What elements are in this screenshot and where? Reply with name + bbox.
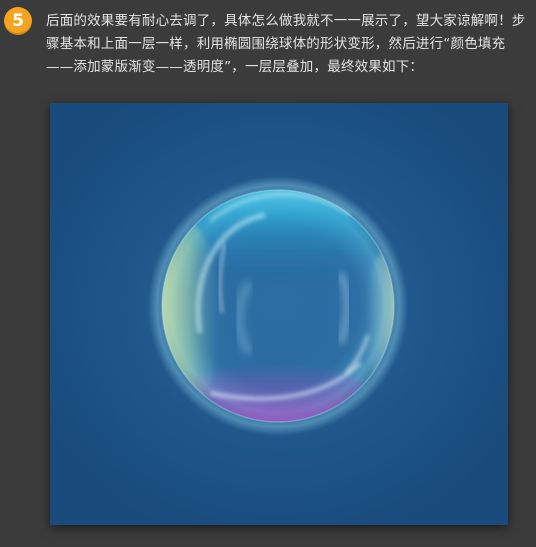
step-number-badge: 5 (4, 7, 32, 35)
soap-bubble-illustration (50, 103, 508, 525)
step-number: 5 (12, 11, 24, 31)
intro-paragraph: 后面的效果要有耐心去调了，具体怎么做我就不一一展示了，望大家谅解啊！步骤基本和上… (46, 13, 526, 75)
bubble-artwork (50, 103, 508, 525)
